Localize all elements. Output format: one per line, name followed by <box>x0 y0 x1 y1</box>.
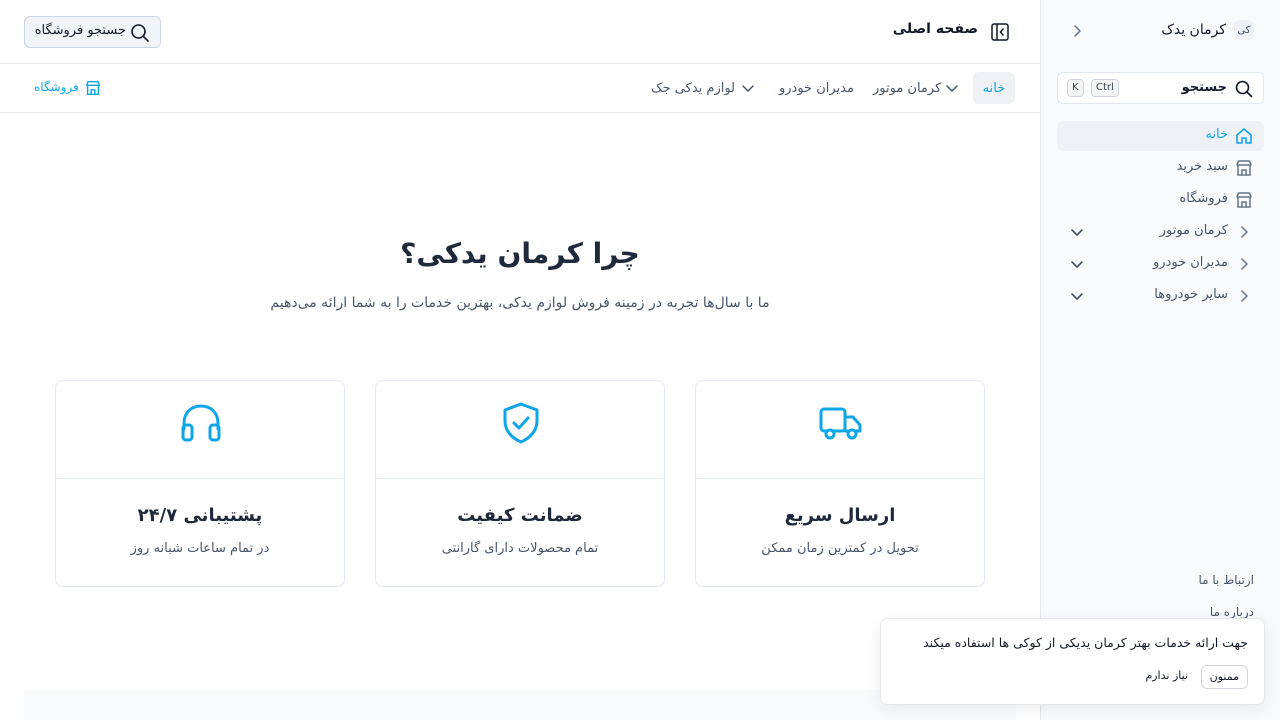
cookie-toast: جهت ارائه خدمات بهتر کرمان یدیکی از کوکی… <box>880 618 1265 705</box>
feature-desc: در تمام ساعات شبانه روز <box>130 541 270 556</box>
sidebar-header: کی کرمان یدک <box>1041 0 1280 64</box>
card-divider <box>376 478 664 479</box>
sidebar-search-label: جستجو <box>1181 80 1227 95</box>
store-search-button[interactable]: جستجو فروشگاه <box>24 16 161 48</box>
hero-title: چرا کرمان یدکی؟ <box>400 237 640 270</box>
page-title: صفحه اصلی <box>892 21 978 37</box>
card-divider <box>696 478 984 479</box>
feature-card-quality: ضمانت کیفیت تمام محصولات دارای گارانتی <box>375 380 665 587</box>
shortcut-ctrl-key: Ctrl <box>1091 79 1119 97</box>
sidebar-item-label: سایر خودروها <box>1154 287 1228 302</box>
secondary-nav: خانه کرمان موتور مدیران خودرو لوازم یدکی… <box>0 64 1040 113</box>
tab-label: خانه <box>982 80 1006 96</box>
feature-card-fast-shipping: ارسال سریع تحویل در کمترین زمان ممکن <box>695 380 985 587</box>
chevron-right-icon <box>1234 222 1254 242</box>
store-icon <box>1234 190 1254 210</box>
chevron-right-icon <box>1234 254 1254 274</box>
chevron-down-icon[interactable] <box>944 80 960 96</box>
cookie-decline-button[interactable]: نیاز ندارم <box>1145 669 1188 682</box>
card-divider <box>56 478 344 479</box>
sidebar-item-cart[interactable]: سبد خرید <box>1057 153 1264 183</box>
feature-desc: تحویل در کمترین زمان ممکن <box>761 541 919 556</box>
search-icon <box>1235 80 1253 102</box>
store-icon <box>1234 158 1254 178</box>
bottom-section <box>24 690 1016 720</box>
tab-label: لوازم یدکی جک <box>651 80 736 96</box>
sidebar-search-button[interactable]: جستجو Ctrl K <box>1057 72 1264 104</box>
sidebar-toggle-icon[interactable] <box>990 22 1010 42</box>
sidebar-item-kerman-motor[interactable]: کرمان موتور <box>1057 217 1264 247</box>
hero-subtitle: ما با سال‌ها تجربه در زمینه فروش لوازم ی… <box>270 295 770 311</box>
feature-title: ضمانت کیفیت <box>457 505 583 526</box>
sidebar-item-home[interactable]: خانه <box>1057 121 1264 151</box>
sidebar-item-label: خانه <box>1205 127 1228 142</box>
chevron-down-icon[interactable] <box>1069 288 1085 304</box>
cookie-accept-button[interactable]: ممنون <box>1200 665 1248 689</box>
tab-home[interactable]: خانه <box>973 72 1015 104</box>
chevron-down-icon[interactable] <box>740 80 756 96</box>
store-icon[interactable] <box>84 79 102 97</box>
sidebar-nav: خانه سبد خرید فروشگاه کرمان موتور مدیران… <box>1057 121 1264 313</box>
brand-name: کرمان یدک <box>1161 22 1226 38</box>
brand[interactable]: کی کرمان یدک <box>1161 20 1254 40</box>
top-header: جستجو فروشگاه صفحه اصلی <box>0 0 1040 64</box>
sidebar-item-modiran-khodro[interactable]: مدیران خودرو <box>1057 249 1264 279</box>
feature-title: ارسال سریع <box>784 505 896 526</box>
sidebar-item-label: سبد خرید <box>1176 159 1228 174</box>
store-link[interactable]: فروشگاه <box>34 80 79 94</box>
tab-kerman-motor[interactable]: کرمان موتور <box>863 72 951 104</box>
store-search-label: جستجو فروشگاه <box>34 23 126 38</box>
sidebar-item-store[interactable]: فروشگاه <box>1057 185 1264 215</box>
tab-label: مدیران خودرو <box>779 80 854 96</box>
tab-jac-parts[interactable]: لوازم یدکی جک <box>641 72 745 104</box>
chevron-down-icon[interactable] <box>1069 256 1085 272</box>
search-icon <box>130 23 150 47</box>
feature-title: پشتیبانی ۲۴/۷ <box>137 505 263 526</box>
about-link[interactable]: درباره ما <box>1210 605 1254 619</box>
shield-check-icon <box>499 401 543 445</box>
feature-card-support: پشتیبانی ۲۴/۷ در تمام ساعات شبانه روز <box>55 380 345 587</box>
sidebar-item-other-cars[interactable]: سایر خودروها <box>1057 281 1264 311</box>
home-icon <box>1234 126 1254 146</box>
chevron-down-icon[interactable] <box>1069 224 1085 240</box>
sidebar-item-label: فروشگاه <box>1179 191 1228 206</box>
shortcut-k-key: K <box>1067 79 1084 97</box>
truck-icon <box>819 401 863 445</box>
headphones-icon <box>179 401 223 445</box>
sidebar-item-label: کرمان موتور <box>1159 223 1228 238</box>
brand-badge: کی <box>1234 20 1254 40</box>
tab-modiran-khodro[interactable]: مدیران خودرو <box>769 72 864 104</box>
tab-label: کرمان موتور <box>873 80 942 96</box>
contact-link[interactable]: ارتباط با ما <box>1198 573 1254 587</box>
sidebar-item-label: مدیران خودرو <box>1153 255 1228 270</box>
cookie-message: جهت ارائه خدمات بهتر کرمان یدیکی از کوکی… <box>923 635 1248 650</box>
sidebar: کی کرمان یدک جستجو Ctrl K خانه سبد خرید … <box>1040 0 1280 720</box>
feature-desc: تمام محصولات دارای گارانتی <box>441 541 599 556</box>
chevron-right-icon <box>1234 286 1254 306</box>
app-root: کی کرمان یدک جستجو Ctrl K خانه سبد خرید … <box>0 0 1280 720</box>
chevron-right-icon[interactable] <box>1069 23 1085 39</box>
